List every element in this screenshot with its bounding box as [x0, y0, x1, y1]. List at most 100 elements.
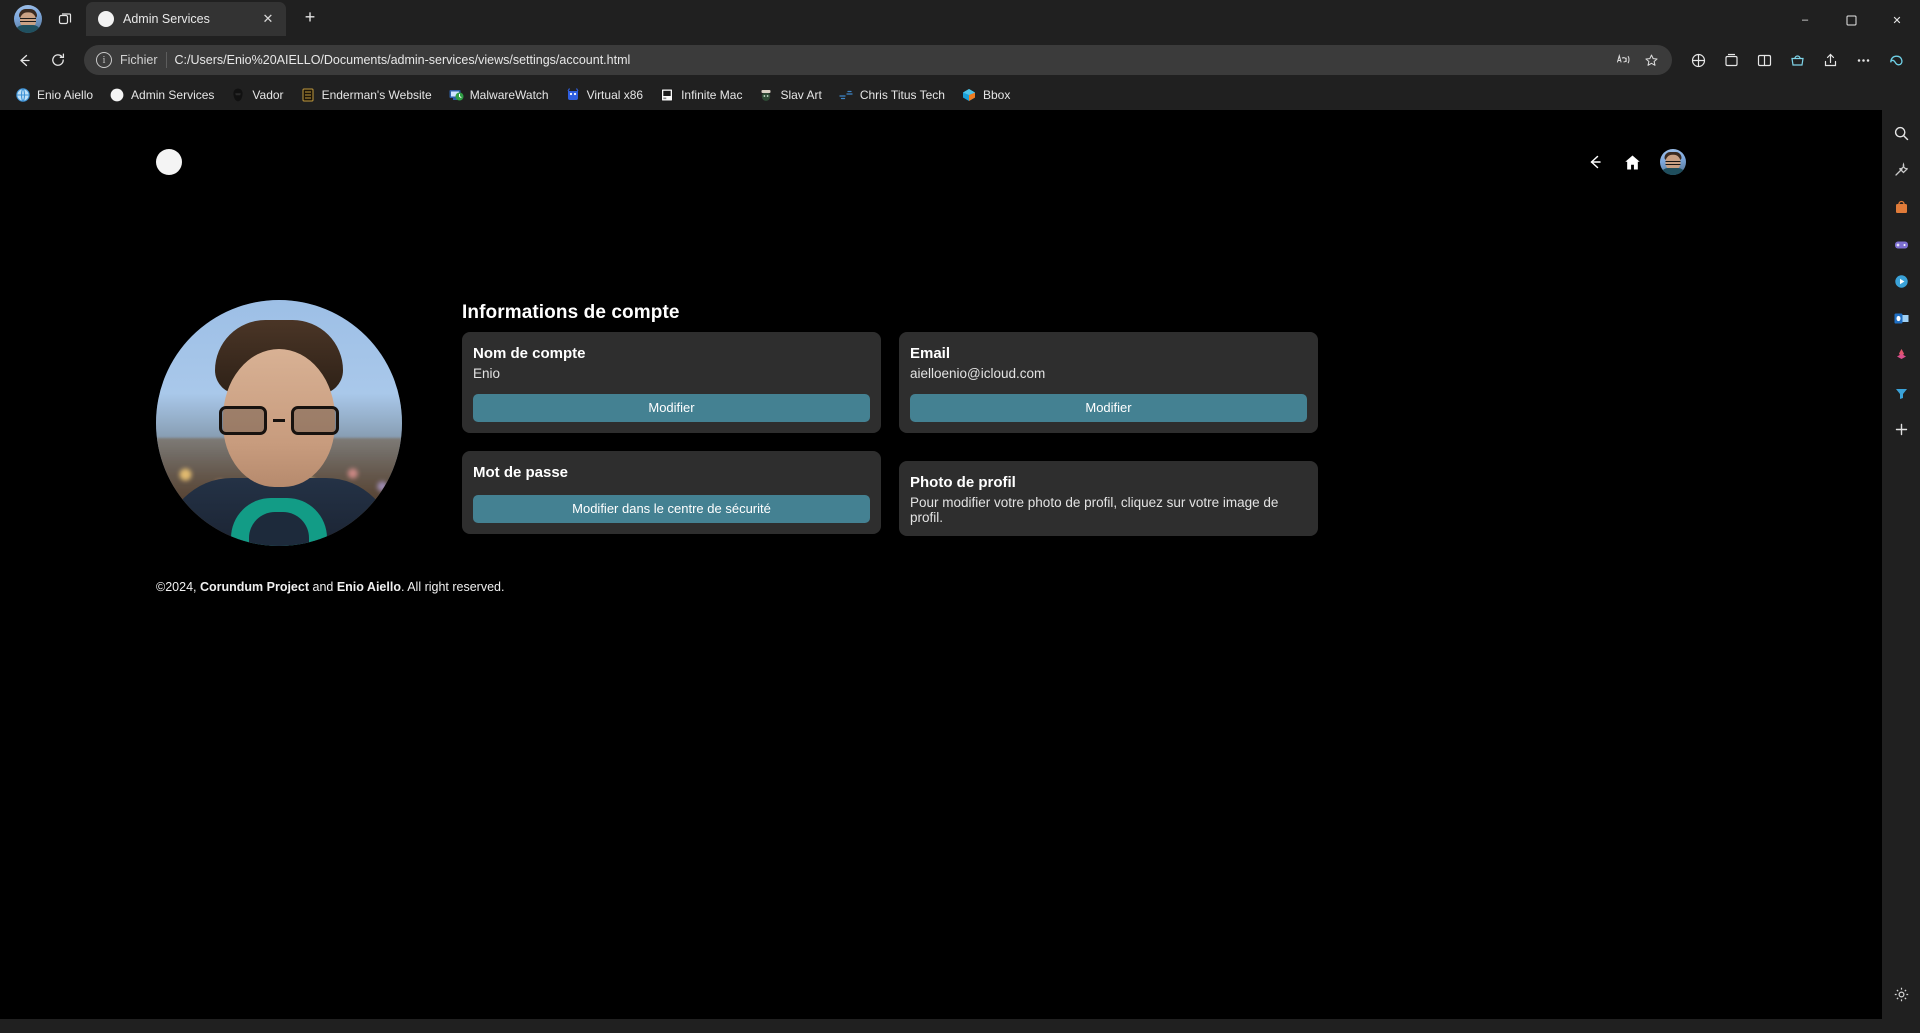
footer-prefix: ©2024,: [156, 580, 200, 594]
back-arrow-icon[interactable]: [1585, 152, 1605, 172]
tab-strip-left: Admin Services ✕ +: [8, 0, 324, 40]
card-title: Email: [910, 345, 951, 362]
media-player-icon[interactable]: [1888, 268, 1914, 294]
enderman-icon: [300, 87, 316, 103]
bookmark-endermans-website[interactable]: Enderman's Website: [293, 83, 439, 107]
user-avatar-icon[interactable]: [1660, 149, 1686, 175]
card-title: Mot de passe: [473, 464, 569, 481]
star-icon[interactable]: [1638, 47, 1664, 73]
new-tab-button[interactable]: +: [296, 4, 324, 32]
bookmark-enio-aiello[interactable]: Enio Aiello: [8, 83, 100, 107]
bookmarks-bar: Enio Aiello Admin Services Vador Enderma…: [0, 80, 1920, 110]
bookmark-label: Slav Art: [780, 88, 822, 102]
tab-title: Admin Services: [123, 12, 210, 26]
profile-photo[interactable]: [156, 300, 402, 546]
window-controls: – ✕: [1782, 0, 1920, 40]
circle-white-icon: [109, 87, 125, 103]
address-bar[interactable]: i Fichier C:/Users/Enio%20AIELLO/Documen…: [84, 45, 1672, 75]
footer-org: Corundum Project: [199, 580, 310, 594]
app-header: [0, 132, 1882, 192]
more-options-icon[interactable]: [1847, 44, 1879, 76]
collections-icon[interactable]: [1715, 44, 1747, 76]
close-window-button[interactable]: ✕: [1874, 0, 1920, 40]
edit-password-button[interactable]: Modifier dans le centre de sécurité: [473, 495, 870, 523]
header-actions: [1585, 149, 1686, 175]
image-creator-icon[interactable]: [1888, 342, 1914, 368]
browser-window: Admin Services ✕ + – ✕ i Fichier C:/User…: [0, 0, 1920, 1033]
toolbar-actions: [1682, 44, 1912, 76]
edit-email-button[interactable]: Modifier: [910, 394, 1307, 422]
footer-person: Enio Aiello: [336, 580, 401, 594]
url-scheme-label: Fichier: [120, 53, 158, 67]
bookmark-malwarewatch[interactable]: MalwareWatch: [441, 83, 556, 107]
browser-tab[interactable]: Admin Services ✕: [86, 2, 286, 36]
search-icon[interactable]: [1888, 120, 1914, 146]
omnibox-divider: [165, 52, 167, 68]
browser-viewport: Informations de compte Nom de compte Eni…: [0, 110, 1920, 1019]
bookmark-virtual-x86[interactable]: Virtual x86: [558, 83, 650, 107]
browser-essentials-icon[interactable]: [1682, 44, 1714, 76]
card-title: Nom de compte: [473, 345, 586, 362]
settings-gear-icon[interactable]: [1888, 981, 1914, 1007]
bookmark-admin-services[interactable]: Admin Services: [102, 83, 221, 107]
tools-icon[interactable]: [1888, 157, 1914, 183]
copilot-shopping-icon[interactable]: [1781, 44, 1813, 76]
bookmark-bbox[interactable]: Bbox: [954, 83, 1017, 107]
bookmark-chris-titus-tech[interactable]: Chris Titus Tech: [831, 83, 952, 107]
virtual-x86-icon: [565, 87, 581, 103]
navigation-bar: i Fichier C:/Users/Enio%20AIELLO/Documen…: [0, 40, 1920, 80]
games-icon[interactable]: [1888, 231, 1914, 257]
bookmark-label: Admin Services: [131, 88, 215, 102]
tab-overview-icon[interactable]: [50, 4, 80, 34]
page-title: Informations de compte: [462, 302, 680, 323]
bookmark-label: Enio Aiello: [37, 88, 94, 102]
back-arrow-icon[interactable]: [8, 44, 40, 76]
globe-icon: [15, 87, 31, 103]
add-tool-icon[interactable]: [1888, 416, 1914, 442]
darth-vader-icon: [230, 87, 246, 103]
footer-copyright: ©2024, Corundum Project and Enio Aiello.…: [156, 580, 504, 594]
read-aloud-icon[interactable]: [1610, 47, 1636, 73]
share-icon[interactable]: [1814, 44, 1846, 76]
bookmark-label: Infinite Mac: [681, 88, 743, 102]
malware-monitor-icon: [448, 87, 464, 103]
card-title: Photo de profil: [910, 474, 1016, 491]
slav-art-icon: [758, 87, 774, 103]
footer-middle: and: [309, 580, 337, 594]
profile-avatar-icon[interactable]: [14, 5, 42, 33]
bookmark-label: Virtual x86: [586, 88, 644, 102]
classic-mac-icon: [659, 87, 675, 103]
bookmark-slav-art[interactable]: Slav Art: [751, 83, 828, 107]
drop-icon[interactable]: [1888, 379, 1914, 405]
bookmark-label: Enderman's Website: [321, 88, 432, 102]
copilot-icon[interactable]: [1880, 44, 1912, 76]
shopping-bag-icon[interactable]: [1888, 194, 1914, 220]
info-icon[interactable]: i: [96, 52, 112, 68]
bookmark-vador[interactable]: Vador: [223, 83, 290, 107]
outlook-icon[interactable]: [1888, 305, 1914, 331]
card-note: Pour modifier votre photo de profil, cli…: [910, 495, 1279, 525]
bookmark-infinite-mac[interactable]: Infinite Mac: [652, 83, 749, 107]
url-text[interactable]: C:/Users/Enio%20AIELLO/Documents/admin-s…: [175, 53, 1602, 67]
bookmark-label: MalwareWatch: [469, 88, 549, 102]
card-account-name: Nom de compte Enio Modifier: [462, 332, 881, 433]
bookmark-label: Chris Titus Tech: [859, 88, 945, 102]
app-logo-icon[interactable]: [156, 149, 182, 175]
refresh-icon[interactable]: [42, 44, 74, 76]
tab-strip: Admin Services ✕ + – ✕: [0, 0, 1920, 40]
edit-account-name-button[interactable]: Modifier: [473, 394, 870, 422]
tab-favicon-icon: [98, 11, 114, 27]
card-password: Mot de passe Modifier dans le centre de …: [462, 451, 881, 534]
home-icon[interactable]: [1623, 153, 1642, 172]
card-value: aielloenio@icloud.com: [910, 366, 1046, 381]
minimize-button[interactable]: –: [1782, 0, 1828, 40]
split-screen-icon[interactable]: [1748, 44, 1780, 76]
footer-suffix: . All right reserved.: [400, 580, 505, 594]
maximize-button[interactable]: [1828, 0, 1874, 40]
card-value: Enio: [473, 366, 501, 381]
card-email: Email aielloenio@icloud.com Modifier: [899, 332, 1318, 433]
omnibox-actions: [1610, 47, 1664, 73]
close-icon[interactable]: ✕: [258, 9, 278, 29]
web-page: Informations de compte Nom de compte Eni…: [0, 110, 1882, 1019]
bbox-icon: [961, 87, 977, 103]
